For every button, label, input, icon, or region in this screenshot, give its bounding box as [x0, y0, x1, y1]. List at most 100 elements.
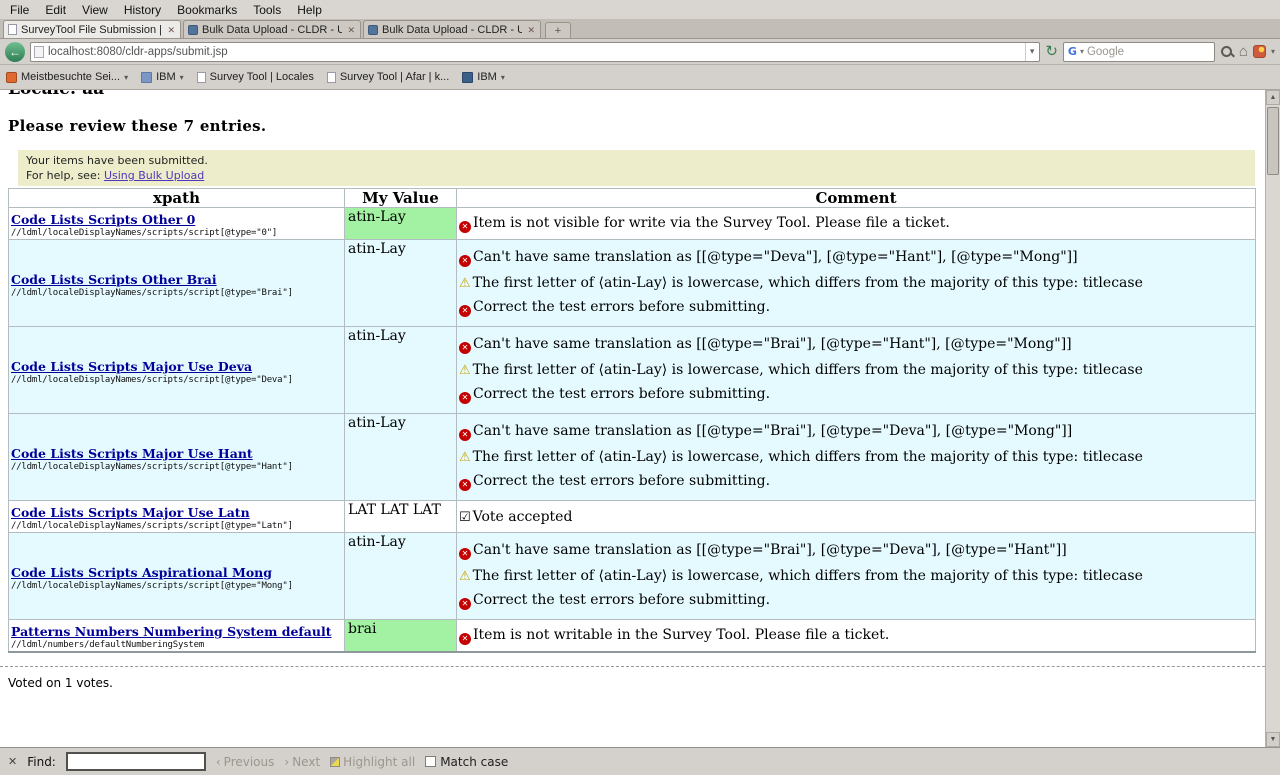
menu-file[interactable]: File — [2, 1, 37, 19]
scroll-up-arrow-icon[interactable]: ▲ — [1266, 90, 1280, 105]
comment-text: Can't have same translation as [[@type="… — [473, 423, 1072, 439]
chevron-down-icon: ▾ — [124, 73, 128, 82]
page-icon — [197, 72, 206, 83]
find-next-button[interactable]: ›Next — [284, 755, 320, 769]
search-box[interactable]: G ▾ Google — [1063, 42, 1215, 62]
scrollbar-thumb[interactable] — [1267, 107, 1279, 175]
bookmark-item[interactable]: Meistbesuchte Sei...▾ — [6, 71, 128, 83]
xpath-link[interactable]: Code Lists Scripts Major Use Hant — [11, 446, 253, 461]
table-row: Code Lists Scripts Major Use Deva//ldml/… — [9, 327, 1256, 414]
find-input[interactable] — [66, 752, 206, 771]
my-value-cell: atin-Lay — [345, 240, 457, 327]
comment-line: ✕Correct the test errors before submitti… — [459, 473, 1253, 491]
tab-close-icon[interactable]: ✕ — [166, 25, 176, 35]
find-bar: ✕ Find: ‹Previous ›Next Highlight all Ma… — [0, 747, 1280, 775]
table-row: Code Lists Scripts Major Use Latn//ldml/… — [9, 501, 1256, 533]
menu-history[interactable]: History — [116, 1, 169, 19]
comment-text: Can't have same translation as [[@type="… — [473, 336, 1072, 352]
new-tab-button[interactable]: + — [545, 22, 571, 38]
table-row: Code Lists Scripts Other 0//ldml/localeD… — [9, 208, 1256, 240]
comment-cell: ✕Item is not writable in the Survey Tool… — [457, 620, 1256, 653]
back-button[interactable]: ← — [5, 42, 25, 62]
xpath-cell: Code Lists Scripts Aspirational Mong//ld… — [9, 533, 345, 620]
notice-line-2: For help, see: Using Bulk Upload — [26, 168, 1247, 183]
xpath-link[interactable]: Patterns Numbers Numbering System defaul… — [11, 624, 332, 639]
chevron-right-icon: › — [284, 755, 289, 769]
bookmark-item[interactable]: Survey Tool | Afar | k... — [327, 71, 449, 83]
table-row: Code Lists Scripts Major Use Hant//ldml/… — [9, 414, 1256, 501]
reload-icon[interactable]: ↻ — [1045, 44, 1058, 59]
menu-bookmarks[interactable]: Bookmarks — [169, 1, 245, 19]
xpath-link[interactable]: Code Lists Scripts Aspirational Mong — [11, 565, 272, 580]
menu-view[interactable]: View — [74, 1, 116, 19]
xpath-link[interactable]: Code Lists Scripts Other Brai — [11, 272, 217, 287]
warning-icon: ⚠ — [459, 450, 471, 465]
url-bar[interactable]: localhost:8080/cldr-apps/submit.jsp ▾ — [30, 42, 1040, 62]
comment-cell: ✕Can't have same translation as [[@type=… — [457, 533, 1256, 620]
column-header-my-value: My Value — [345, 189, 457, 208]
error-icon: ✕ — [459, 255, 471, 267]
addon-icon[interactable] — [1253, 45, 1266, 58]
tab-3[interactable]: Bulk Data Upload - CLDR - Un... ✕ — [363, 20, 541, 38]
clipped-heading: Locale: aa — [8, 90, 1265, 100]
my-value-cell: atin-Lay — [345, 533, 457, 620]
tab-1[interactable]: SurveyTool File Submission | ... ✕ — [3, 20, 181, 38]
tab-close-icon[interactable]: ✕ — [526, 25, 536, 35]
page-icon — [327, 72, 336, 83]
bookmark-item[interactable]: IBM▾ — [462, 71, 505, 83]
menu-edit[interactable]: Edit — [37, 1, 74, 19]
highlight-all-button[interactable]: Highlight all — [330, 755, 415, 769]
google-icon: G — [1068, 45, 1077, 58]
tab-close-icon[interactable]: ✕ — [346, 25, 356, 35]
toolbar-overflow-icon[interactable]: ▾ — [1271, 47, 1275, 56]
bookmark-item[interactable]: IBM▾ — [141, 71, 184, 83]
search-go-icon[interactable] — [1220, 45, 1234, 59]
find-previous-label: Previous — [224, 755, 275, 769]
comment-line: ⚠The first letter of ⟨atin-Lay⟩ is lower… — [459, 362, 1253, 378]
xpath-path: //ldml/localeDisplayNames/scripts/script… — [11, 462, 342, 472]
comment-cell: ✕Can't have same translation as [[@type=… — [457, 327, 1256, 414]
notice-help-prefix: For help, see: — [26, 169, 104, 182]
xpath-path: //ldml/localeDisplayNames/scripts/script… — [11, 581, 342, 591]
comment-text: The first letter of ⟨atin-Lay⟩ is lowerc… — [473, 449, 1143, 465]
document-favicon-icon — [188, 25, 198, 35]
page-favicon-icon — [8, 24, 17, 35]
xpath-link[interactable]: Code Lists Scripts Other 0 — [11, 212, 195, 227]
comment-cell: ☑Vote accepted — [457, 501, 1256, 533]
bookmark-item[interactable]: Survey Tool | Locales — [197, 71, 314, 83]
url-dropdown-icon[interactable]: ▾ — [1025, 43, 1037, 61]
comment-line: ✕Correct the test errors before submitti… — [459, 299, 1253, 317]
comment-text: The first letter of ⟨atin-Lay⟩ is lowerc… — [473, 275, 1143, 291]
error-icon: ✕ — [459, 479, 471, 491]
find-close-icon[interactable]: ✕ — [8, 755, 17, 768]
comment-line: ☑Vote accepted — [459, 509, 1253, 525]
tab-title: SurveyTool File Submission | ... — [21, 24, 162, 36]
search-engine-dropdown-icon[interactable]: ▾ — [1080, 47, 1084, 56]
warning-icon: ⚠ — [459, 363, 471, 378]
error-icon: ✕ — [459, 633, 471, 645]
xpath-cell: Patterns Numbers Numbering System defaul… — [9, 620, 345, 653]
error-icon: ✕ — [459, 429, 471, 441]
home-icon[interactable]: ⌂ — [1239, 44, 1248, 59]
page-content: Locale: aa Please review these 7 entries… — [0, 90, 1265, 747]
comment-line: ⚠The first letter of ⟨atin-Lay⟩ is lower… — [459, 568, 1253, 584]
comment-cell: ✕Can't have same translation as [[@type=… — [457, 414, 1256, 501]
bulk-upload-help-link[interactable]: Using Bulk Upload — [104, 169, 204, 182]
bookmark-label: Survey Tool | Locales — [210, 71, 314, 83]
find-next-label: Next — [292, 755, 320, 769]
xpath-link[interactable]: Code Lists Scripts Major Use Latn — [11, 505, 250, 520]
find-previous-button[interactable]: ‹Previous — [216, 755, 275, 769]
vertical-scrollbar[interactable]: ▲ ▼ — [1265, 90, 1280, 747]
xpath-link[interactable]: Code Lists Scripts Major Use Deva — [11, 359, 252, 374]
xpath-cell: Code Lists Scripts Major Use Latn//ldml/… — [9, 501, 345, 533]
menu-help[interactable]: Help — [289, 1, 330, 19]
tab-title: Bulk Data Upload - CLDR - Un... — [382, 24, 522, 36]
match-case-checkbox[interactable]: Match case — [425, 755, 508, 769]
bookmarks-bar: Meistbesuchte Sei...▾ IBM▾ Survey Tool | L… — [0, 65, 1280, 90]
notice-box: Your items have been submitted. For help… — [18, 150, 1255, 186]
scroll-down-arrow-icon[interactable]: ▼ — [1266, 732, 1280, 747]
comment-line: ✕Correct the test errors before submitti… — [459, 592, 1253, 610]
tab-2[interactable]: Bulk Data Upload - CLDR - Un...✕ — [183, 20, 361, 38]
menu-tools[interactable]: Tools — [245, 1, 289, 19]
xpath-path: //ldml/localeDisplayNames/scripts/script… — [11, 375, 342, 385]
